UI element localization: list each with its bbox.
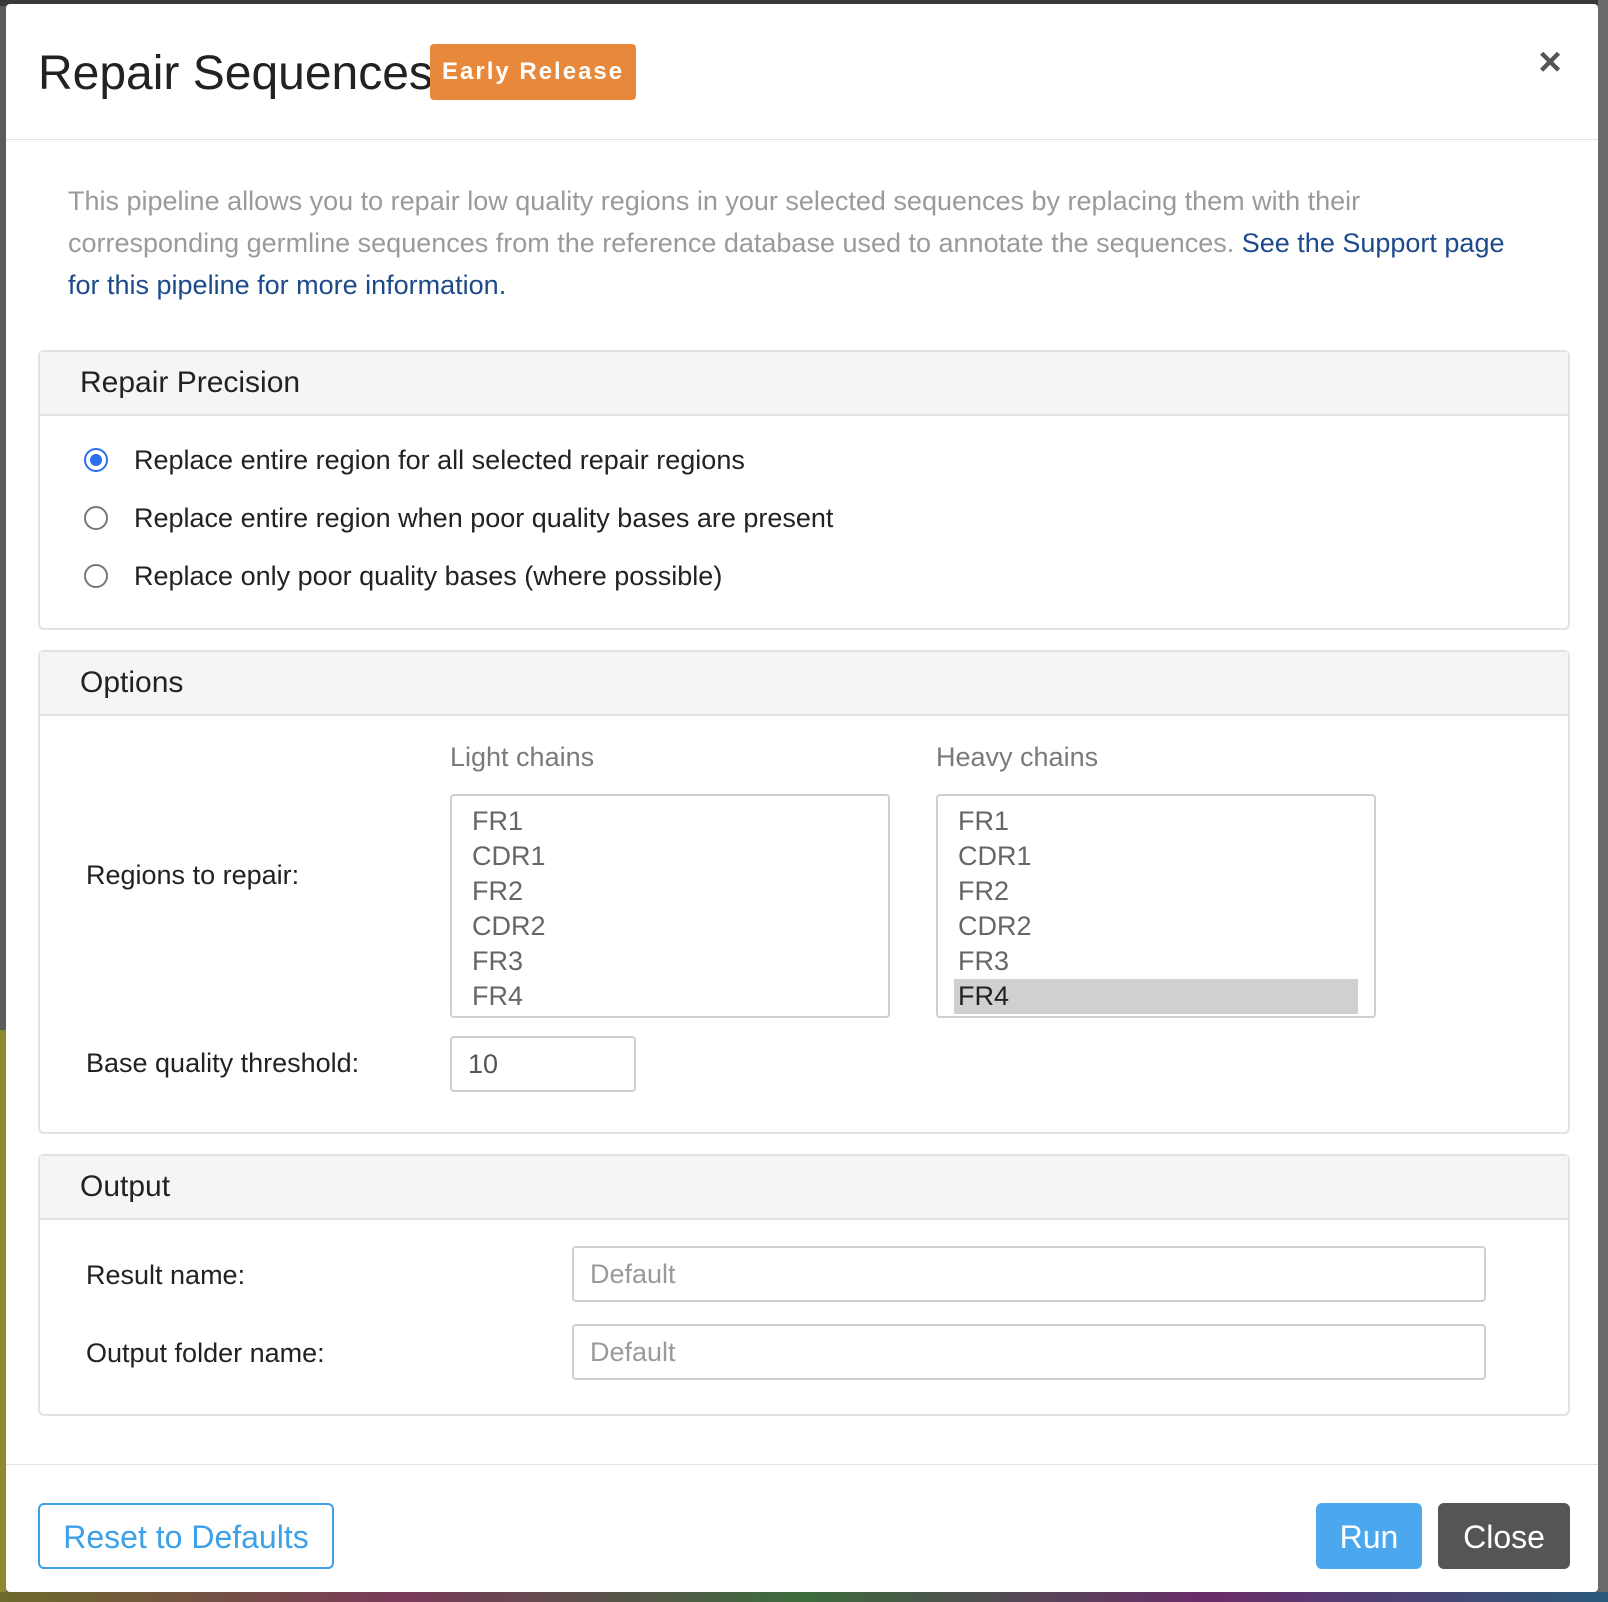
light-chain-option[interactable]: CDR1 [468,839,872,874]
repair-precision-heading: Repair Precision [40,352,1568,416]
heavy-chain-option[interactable]: FR3 [954,944,1358,979]
repair-sequences-dialog: Repair Sequences Early Release × This pi… [6,4,1598,1592]
output-folder-name-input[interactable] [572,1324,1486,1380]
options-title: Options [80,666,184,699]
output-heading: Output [40,1156,1568,1220]
dialog-header: Repair Sequences Early Release × [6,4,1598,140]
light-chain-option[interactable]: FR3 [468,944,872,979]
heavy-chain-option[interactable]: CDR2 [954,909,1358,944]
close-button[interactable]: Close [1438,1503,1570,1569]
repair-precision-panel: Repair Precision Replace entire region f… [38,350,1570,630]
dialog-title: Repair Sequences [38,47,433,100]
radio-button-entire-region-poor-quality[interactable] [84,506,108,530]
output-title: Output [80,1170,171,1203]
radio-label: Replace entire region for all selected r… [134,444,745,475]
result-name-input[interactable] [572,1246,1486,1302]
light-chain-option[interactable]: FR1 [468,804,872,839]
repair-precision-title: Repair Precision [80,366,301,399]
light-chain-option[interactable]: FR2 [468,874,872,909]
reset-to-defaults-button[interactable]: Reset to Defaults [38,1503,334,1569]
options-panel: Options Light chains Heavy chains Region… [38,650,1570,1134]
radio-label: Replace only poor quality bases (where p… [134,560,723,591]
light-chain-option[interactable]: CDR2 [468,909,872,944]
radio-option-entire-region-all[interactable]: Replace entire region for all selected r… [84,440,745,480]
output-folder-name-label: Output folder name: [86,1338,325,1368]
options-heading: Options [40,652,1568,716]
early-release-badge: Early Release [430,44,637,100]
light-chains-listbox[interactable]: FR1 CDR1 FR2 CDR2 FR3 FR4 [450,794,890,1018]
radio-button-only-poor-bases[interactable] [84,564,108,588]
output-panel: Output Result name: Output folder name: [38,1154,1570,1416]
dialog-footer: Reset to Defaults Run Close [6,1464,1598,1592]
result-name-label: Result name: [86,1260,246,1290]
heavy-chain-option[interactable]: FR2 [954,874,1358,909]
radio-option-entire-region-poor-quality[interactable]: Replace entire region when poor quality … [84,498,833,538]
pipeline-description: This pipeline allows you to repair low q… [68,180,1508,306]
close-icon[interactable]: × [1530,42,1570,82]
radio-option-only-poor-bases[interactable]: Replace only poor quality bases (where p… [84,556,722,596]
heavy-chain-option[interactable]: CDR1 [954,839,1358,874]
background-sequence-strip [0,1592,1608,1602]
radio-button-entire-region-all[interactable] [84,448,108,472]
radio-label: Replace entire region when poor quality … [134,502,834,533]
base-quality-threshold-label: Base quality threshold: [86,1048,360,1078]
light-chain-option[interactable]: FR4 [468,979,872,1014]
heavy-chain-option-selected[interactable]: FR4 [954,979,1358,1014]
run-button[interactable]: Run [1316,1503,1422,1569]
heavy-chains-header: Heavy chains [936,742,1099,772]
light-chains-header: Light chains [450,742,595,772]
heavy-chain-option[interactable]: FR1 [954,804,1358,839]
base-quality-threshold-input[interactable] [450,1036,636,1092]
pipeline-description-text: This pipeline allows you to repair low q… [68,186,1361,258]
regions-to-repair-label: Regions to repair: [86,860,300,890]
heavy-chains-listbox[interactable]: FR1 CDR1 FR2 CDR2 FR3 FR4 [936,794,1376,1018]
background-right-edge [1598,0,1608,1602]
